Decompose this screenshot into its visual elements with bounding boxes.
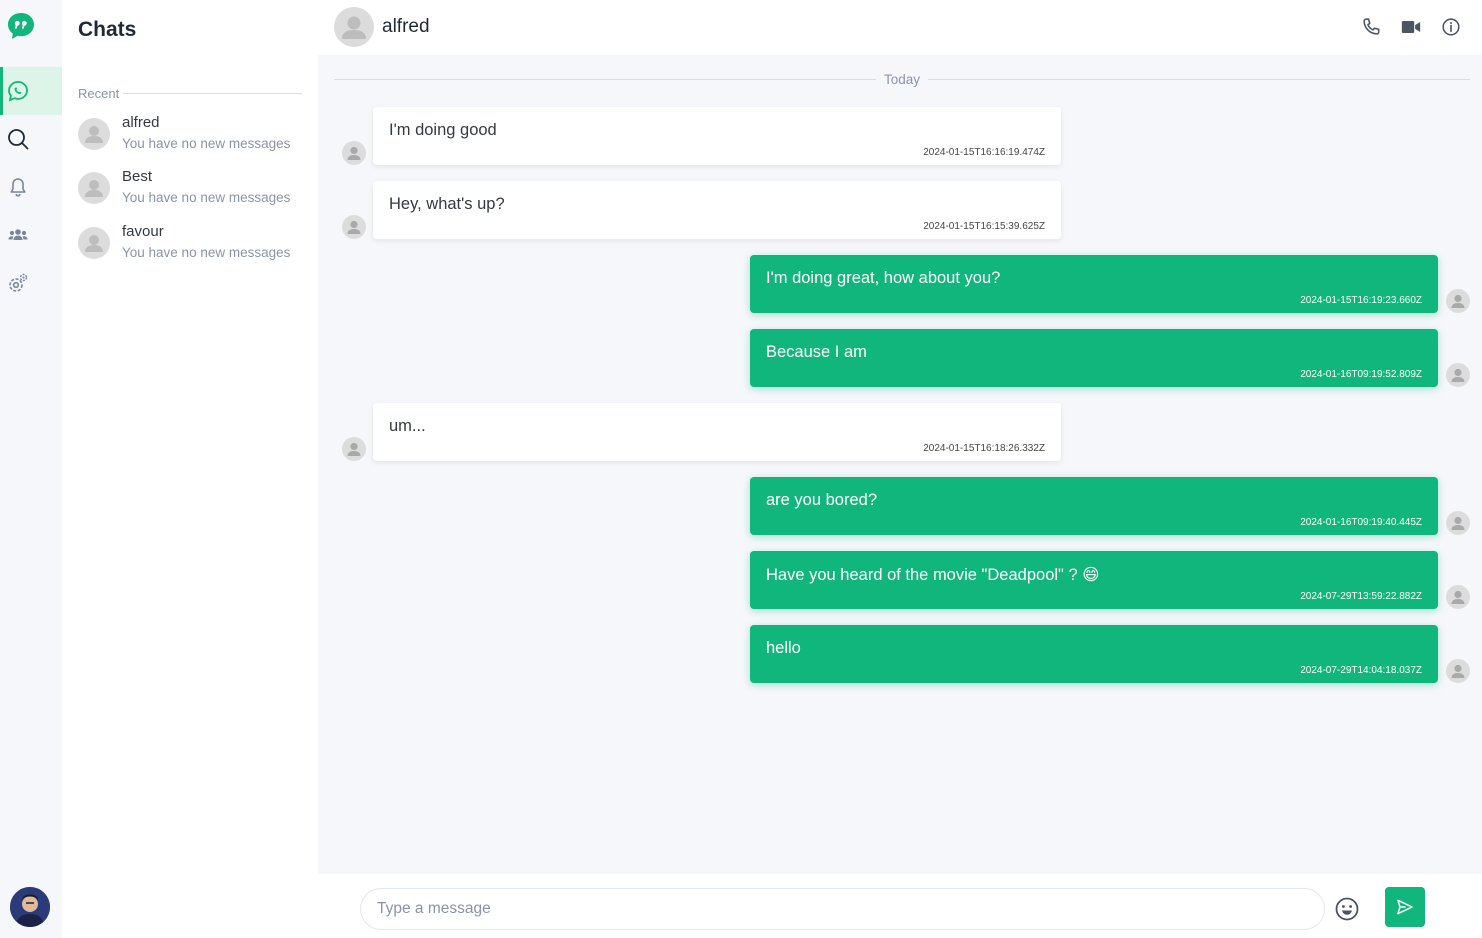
video-icon bbox=[1401, 21, 1421, 33]
contact-preview: You have no new messages bbox=[122, 136, 291, 151]
message-text: Have you heard of the movie "Deadpool" ?… bbox=[766, 566, 1100, 584]
group-icon bbox=[8, 229, 28, 240]
recent-section-header: Recent bbox=[78, 86, 302, 101]
user-avatar[interactable] bbox=[10, 887, 50, 927]
message-text: I'm doing great, how about you? bbox=[766, 269, 1001, 287]
message-bubble-outgoing[interactable]: I'm doing great, how about you? 2024-01-… bbox=[750, 255, 1438, 313]
chat-header: alfred bbox=[318, 0, 1482, 55]
chat-contact-name[interactable]: alfred bbox=[382, 16, 430, 38]
message-sender-avatar bbox=[1446, 585, 1470, 609]
message-text: Because I am bbox=[766, 343, 867, 361]
message-sender-avatar bbox=[1446, 289, 1470, 313]
message-timestamp: 2024-01-15T16:19:23.660Z bbox=[1300, 295, 1422, 306]
message-timestamp: 2024-01-15T16:15:39.625Z bbox=[923, 221, 1045, 232]
send-icon bbox=[1397, 899, 1413, 915]
message-text: um... bbox=[389, 417, 426, 435]
message-timestamp: 2024-01-16T09:19:40.445Z bbox=[1300, 517, 1422, 528]
message-sender-avatar bbox=[342, 437, 366, 461]
contact-info-button[interactable] bbox=[1440, 16, 1462, 38]
contact-avatar bbox=[78, 118, 110, 150]
send-button[interactable] bbox=[1385, 887, 1425, 927]
contact-preview: You have no new messages bbox=[122, 245, 291, 260]
chat-contact-avatar[interactable] bbox=[334, 7, 374, 47]
chats-title: Chats bbox=[78, 18, 137, 41]
chat-icon bbox=[8, 81, 28, 102]
chat-area: alfred Today I'm doing good 2024-01-15T1… bbox=[318, 0, 1482, 938]
message-timestamp: 2024-01-16T09:19:52.809Z bbox=[1300, 369, 1422, 380]
rail-item-settings[interactable] bbox=[0, 259, 62, 307]
chats-panel: Chats Recent alfred You have no new mess… bbox=[62, 0, 318, 938]
smiley-icon bbox=[1335, 897, 1359, 921]
message-sender-avatar bbox=[1446, 511, 1470, 535]
emoji-picker-button[interactable] bbox=[1334, 896, 1360, 922]
rail-item-chats[interactable] bbox=[0, 67, 62, 115]
recent-divider bbox=[123, 93, 302, 94]
message-text: hello bbox=[766, 639, 801, 657]
contact-name: alfred bbox=[122, 114, 160, 131]
contact-avatar bbox=[78, 172, 110, 204]
bell-icon bbox=[10, 178, 26, 197]
message-bubble-incoming[interactable]: um... 2024-01-15T16:18:26.332Z bbox=[373, 403, 1061, 461]
message-bubble-incoming[interactable]: I'm doing good 2024-01-15T16:16:19.474Z bbox=[373, 107, 1061, 165]
contact-item-favour[interactable]: favour You have no new messages bbox=[78, 223, 302, 271]
contact-preview: You have no new messages bbox=[122, 190, 291, 205]
message-composer bbox=[318, 874, 1482, 938]
message-sender-avatar bbox=[342, 141, 366, 165]
contact-item-best[interactable]: Best You have no new messages bbox=[78, 168, 302, 216]
settings-icon bbox=[9, 273, 28, 292]
contact-name: favour bbox=[122, 223, 164, 240]
rail-item-search[interactable] bbox=[0, 115, 62, 163]
message-text: are you bored? bbox=[766, 491, 877, 509]
message-input[interactable] bbox=[360, 888, 1325, 930]
message-bubble-outgoing[interactable]: Because I am 2024-01-16T09:19:52.809Z bbox=[750, 329, 1438, 387]
date-divider-label: Today bbox=[883, 72, 921, 87]
message-bubble-outgoing[interactable]: hello 2024-07-29T14:04:18.037Z bbox=[750, 625, 1438, 683]
message-timestamp: 2024-07-29T14:04:18.037Z bbox=[1300, 665, 1422, 676]
rail-item-groups[interactable] bbox=[0, 211, 62, 259]
video-call-button[interactable] bbox=[1400, 16, 1422, 38]
message-sender-avatar bbox=[1446, 659, 1470, 683]
rail-item-notifications[interactable] bbox=[0, 163, 62, 211]
search-icon bbox=[8, 129, 29, 150]
phone-icon bbox=[1363, 18, 1380, 35]
message-sender-avatar bbox=[342, 215, 366, 239]
message-timestamp: 2024-01-15T16:16:19.474Z bbox=[923, 147, 1045, 158]
message-sender-avatar bbox=[1446, 363, 1470, 387]
nav-rail bbox=[0, 0, 62, 938]
contact-avatar bbox=[78, 227, 110, 259]
info-icon bbox=[1442, 18, 1460, 36]
message-bubble-outgoing[interactable]: are you bored? 2024-01-16T09:19:40.445Z bbox=[750, 477, 1438, 535]
message-text: Hey, what's up? bbox=[389, 195, 505, 213]
message-timestamp: 2024-07-29T13:59:22.882Z bbox=[1300, 591, 1422, 602]
message-bubble-incoming[interactable]: Hey, what's up? 2024-01-15T16:15:39.625Z bbox=[373, 181, 1061, 239]
date-divider: Today bbox=[334, 72, 1470, 87]
contact-name: Best bbox=[122, 168, 153, 185]
message-bubble-outgoing[interactable]: Have you heard of the movie "Deadpool" ?… bbox=[750, 551, 1438, 609]
message-timestamp: 2024-01-15T16:18:26.332Z bbox=[923, 443, 1045, 454]
recent-label: Recent bbox=[78, 86, 120, 101]
message-text: I'm doing good bbox=[389, 121, 497, 139]
contact-item-alfred[interactable]: alfred You have no new messages bbox=[78, 114, 302, 162]
app-logo-icon[interactable] bbox=[6, 11, 36, 41]
voice-call-button[interactable] bbox=[1360, 16, 1382, 38]
